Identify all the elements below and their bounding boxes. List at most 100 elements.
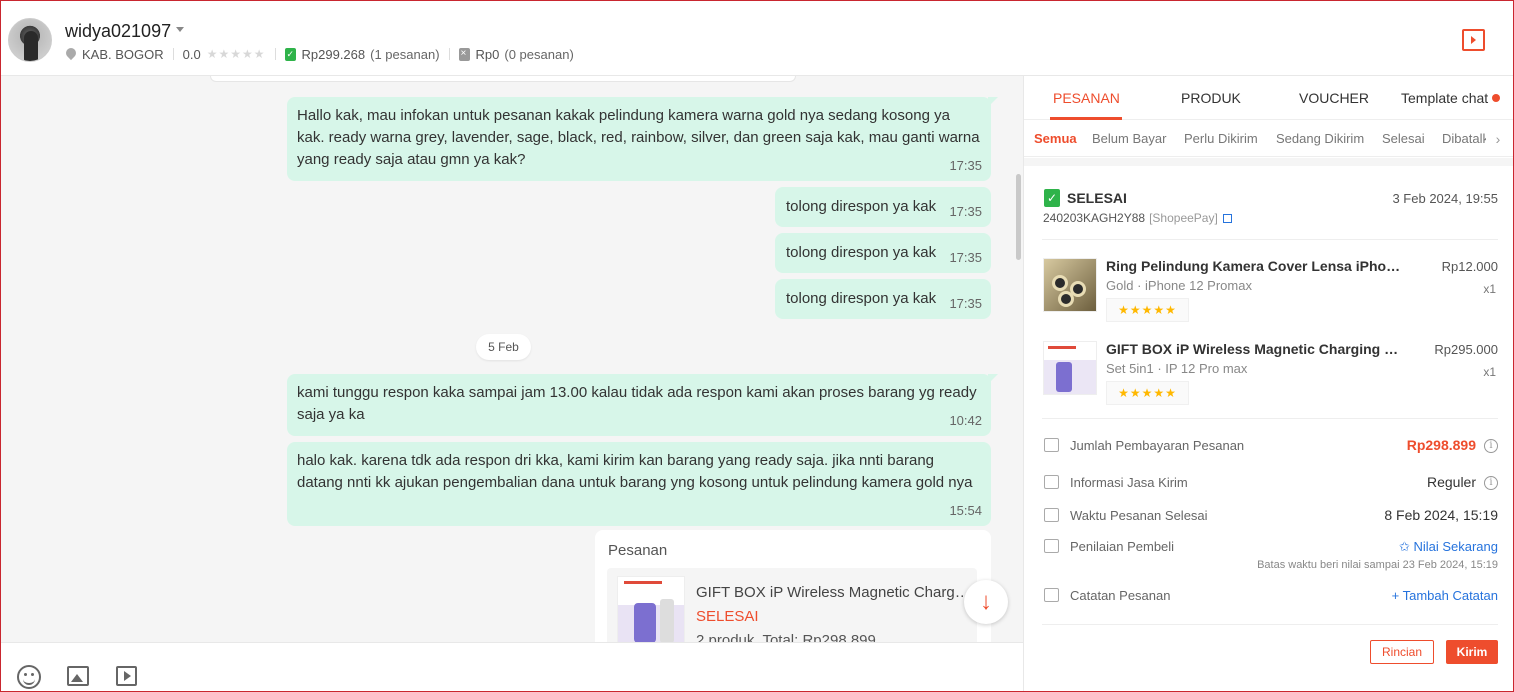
details-button[interactable]: Rincian [1370, 640, 1434, 664]
wallet-icon [1044, 438, 1059, 452]
order-card-summary: 2 produk, Total: Rp298.899 [696, 632, 876, 642]
order-notes-row: Catatan Pesanan + Tambah Catatan [1042, 586, 1498, 608]
tab-voucher[interactable]: VOUCHER [1299, 90, 1369, 106]
divider [1042, 624, 1498, 625]
tab-template-chat-label: Template chat [1401, 90, 1489, 106]
order-card-status: SELESAI [696, 608, 759, 625]
message-bubble: tolong direspon ya kak 17:35 [775, 279, 991, 319]
rate-now-link[interactable]: ✩ Nilai Sekarang [1399, 539, 1498, 555]
notification-dot [1492, 94, 1501, 102]
filter-perlu-dikirim[interactable]: Perlu Dikirim [1184, 131, 1258, 146]
completed-count: (1 pesanan) [370, 46, 440, 62]
info-icon[interactable]: i [1484, 476, 1498, 490]
order-product[interactable]: GIFT BOX iP Wireless Magnetic Charging S… [1042, 341, 1498, 411]
message-toolbar [0, 642, 1023, 692]
message-text: kami tunggu respon kaka sampai jam 13.00… [297, 384, 977, 423]
order-card[interactable]: Pesanan GIFT BOX iP Wireless Magnetic Ch… [595, 530, 991, 642]
message-time: 10:42 [949, 413, 982, 428]
star-icon [1044, 539, 1059, 553]
order-date: 3 Feb 2024, 19:55 [1392, 191, 1498, 206]
order-card-body[interactable]: GIFT BOX iP Wireless Magnetic Charging S… [607, 568, 977, 642]
scroll-down-button[interactable]: ↓ [964, 580, 1008, 624]
order-id-row: 240203KAGH2Y88 [ShopeePay] [1043, 211, 1232, 225]
message-time: 17:35 [949, 250, 982, 265]
order-card-title: Pesanan [608, 542, 668, 559]
payment-total-row: Jumlah Pembayaran Pesanan Rp298.899 i [1042, 436, 1498, 458]
order-status: SELESAI [1067, 190, 1127, 206]
product-rating-stars: ★★★★★ [1106, 298, 1189, 322]
divider [1042, 239, 1498, 240]
emoji-icon[interactable] [17, 665, 41, 689]
cancelled-orders-icon [458, 47, 470, 61]
product-name: Ring Pelindung Kamera Cover Lensa iPhone… [1106, 258, 1406, 274]
username[interactable]: widya021097 [65, 21, 171, 42]
tab-produk[interactable]: PRODUK [1181, 90, 1241, 106]
chat-scrollbar[interactable] [1016, 174, 1021, 260]
product-thumbnail [617, 576, 685, 642]
product-rating-stars: ★★★★★ [1106, 381, 1189, 405]
panel-toggle-icon[interactable] [1462, 29, 1485, 51]
info-icon[interactable]: i [1484, 439, 1498, 453]
shipping-row: Informasi Jasa Kirim Reguler i [1042, 473, 1498, 495]
buyer-review-label: Penilaian Pembeli [1070, 539, 1175, 554]
message-bubble: Hallo kak, mau infokan untuk pesanan kak… [287, 97, 998, 181]
message-time: 17:35 [949, 296, 982, 311]
payment-method: [ShopeePay] [1149, 211, 1218, 225]
order-detail: SELESAI 3 Feb 2024, 19:55 240203KAGH2Y88… [1024, 158, 1514, 692]
order-status-filters: Semua Belum Bayar Perlu Dikirim Sedang D… [1024, 121, 1514, 157]
message-time: 17:35 [949, 158, 982, 173]
completion-time-row: Waktu Pesanan Selesai 8 Feb 2024, 15:19 [1042, 506, 1498, 528]
message-time: 17:35 [949, 204, 982, 219]
cancelled-amount: Rp0 [475, 46, 500, 62]
chevron-right-icon[interactable]: › [1486, 129, 1510, 149]
completed-orders-icon [284, 47, 296, 61]
filter-selesai[interactable]: Selesai [1382, 131, 1425, 146]
date-separator: 5 Feb [476, 334, 531, 360]
completion-time: 8 Feb 2024, 15:19 [1384, 507, 1498, 523]
message-bubble: tolong direspon ya kak 17:35 [775, 187, 991, 227]
filter-sedang-dikirim[interactable]: Sedang Dikirim [1276, 131, 1364, 146]
add-note-link[interactable]: + Tambah Catatan [1392, 588, 1498, 603]
message-bubble: halo kak. karena tdk ada respon dri kka,… [287, 442, 991, 526]
rating-stars: ★★★★★ [206, 47, 266, 61]
chat-messages[interactable]: Hallo kak, mau infokan untuk pesanan kak… [0, 76, 1023, 642]
product-qty: x1 [1483, 365, 1496, 379]
order-panel: PESANAN PRODUK VOUCHER Template chat Sem… [1023, 76, 1514, 692]
filter-belum-bayar[interactable]: Belum Bayar [1092, 131, 1166, 146]
active-tab-indicator [1050, 117, 1122, 120]
message-bubble: kami tunggu respon kaka sampai jam 13.00… [287, 374, 998, 436]
order-product[interactable]: Ring Pelindung Kamera Cover Lensa iPhone… [1042, 258, 1498, 328]
product-price: Rp12.000 [1441, 259, 1498, 274]
send-button[interactable]: Kirim [1446, 640, 1498, 664]
external-link-icon[interactable] [1222, 214, 1232, 223]
buyer-review-row: Penilaian Pembeli ✩ Nilai Sekarang Batas… [1042, 537, 1498, 579]
order-notes-label: Catatan Pesanan [1070, 588, 1171, 603]
shipping-value: Reguler [1426, 474, 1476, 490]
calendar-icon [1044, 508, 1059, 522]
product-thumbnail [1043, 341, 1097, 395]
review-deadline: Batas waktu beri nilai sampai 23 Feb 202… [1257, 559, 1498, 571]
order-id[interactable]: 240203KAGH2Y88 [1043, 211, 1145, 225]
avatar[interactable] [8, 18, 52, 62]
product-thumbnail [1043, 258, 1097, 312]
tab-pesanan[interactable]: PESANAN [1053, 90, 1120, 106]
shipping-label: Informasi Jasa Kirim [1070, 475, 1188, 490]
filter-semua[interactable]: Semua [1034, 131, 1077, 146]
message-text: halo kak. karena tdk ada respon dri kka,… [297, 452, 973, 491]
completed-amount: Rp299.268 [301, 46, 366, 62]
order-completed-icon [1044, 189, 1060, 207]
image-icon[interactable] [67, 666, 89, 686]
video-icon[interactable] [116, 666, 137, 686]
message-text: Hallo kak, mau infokan untuk pesanan kak… [297, 107, 980, 168]
message-time: 15:54 [949, 503, 982, 518]
product-variant: Set 5in1 · IP 12 Pro max [1106, 361, 1248, 376]
buyer-meta: KAB. BOGOR 0.0 ★★★★★ Rp299.268 (1 pesana… [66, 46, 574, 62]
location-pin-icon [66, 48, 76, 60]
chevron-down-icon[interactable] [176, 27, 184, 32]
buyer-rating: 0.0 [182, 46, 201, 62]
completion-time-label: Waktu Pesanan Selesai [1070, 508, 1208, 523]
payment-total-label: Jumlah Pembayaran Pesanan [1070, 438, 1245, 453]
product-variant: Gold · iPhone 12 Promax [1106, 278, 1252, 293]
tab-template-chat[interactable]: Template chat [1401, 90, 1501, 106]
payment-total: Rp298.899 [1406, 437, 1476, 453]
